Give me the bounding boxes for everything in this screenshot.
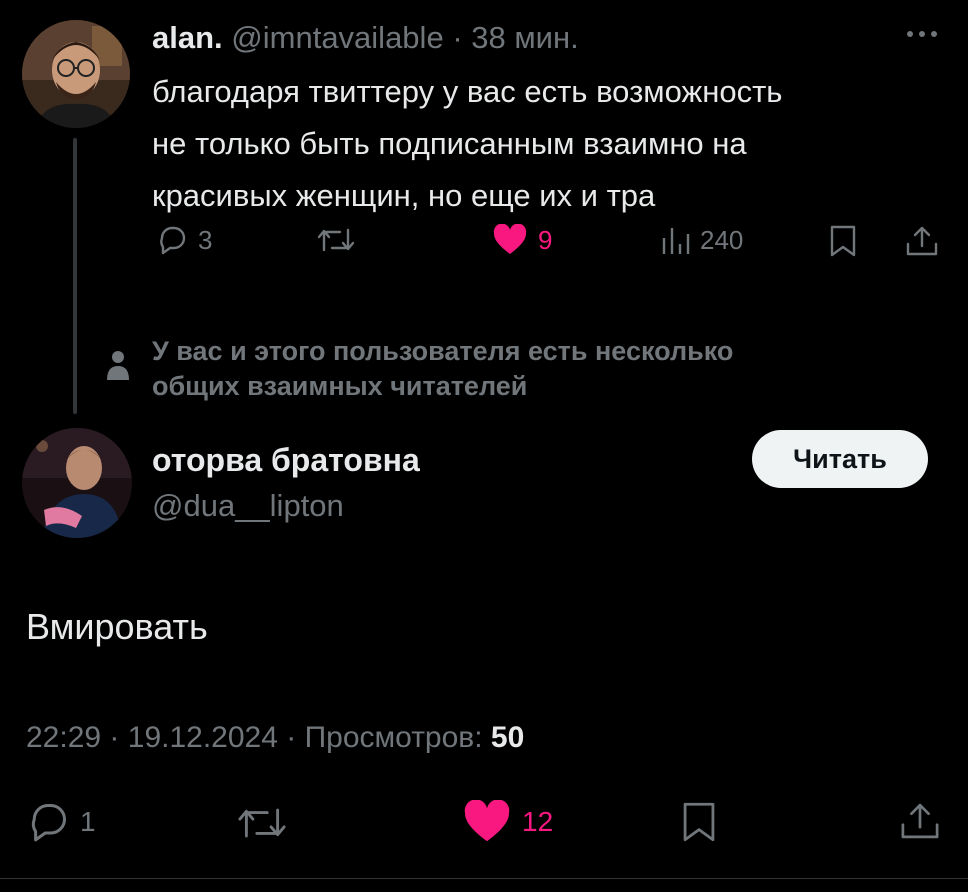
parent-like-button[interactable]: 9 [492,224,552,256]
parent-tweet-line: благодаря твиттеру у вас есть возможност… [152,74,783,109]
reply-author-avatar[interactable] [22,428,132,538]
meta-separator: · [109,721,120,754]
reply-tweet-date[interactable]: 19.12.2024 [128,721,278,754]
reply-bookmark-button[interactable] [680,800,718,844]
parent-author-handle[interactable]: @imntavailable [231,20,443,55]
parent-tweet-line: красивых женщин, но еще их и тра [152,178,656,213]
meta-separator: · [286,721,297,754]
mutual-notice-line: У вас и этого пользователя есть нескольк… [152,336,734,366]
retweet-icon [317,228,355,252]
reply-like-button[interactable]: 12 [462,800,553,844]
person-icon [106,348,130,382]
heart-icon [464,800,510,842]
mutual-followers-notice: У вас и этого пользователя есть нескольк… [152,334,852,404]
thread-connector-line [73,138,77,414]
reply-tweet-time[interactable]: 22:29 [26,721,101,754]
reply-author-handle[interactable]: @dua__lipton [152,486,344,526]
parent-like-count: 9 [538,224,553,255]
parent-tweet-line: не только быть подписанным взаимно на [152,126,747,161]
parent-tweet-time[interactable]: 38 мин. [471,20,578,55]
parent-reply-button[interactable]: 3 [156,224,212,256]
parent-retweet-button[interactable] [316,224,356,256]
views-count: 50 [490,721,525,754]
follow-button[interactable]: Читать [752,430,928,488]
reply-author-name[interactable]: оторва братовна [152,440,420,480]
mutual-notice-line: общих взаимных читателей [152,371,528,401]
share-icon [906,226,938,256]
parent-tweet-text: благодаря твиттеру у вас есть возможност… [152,66,942,222]
reply-share-button[interactable] [898,800,942,842]
share-icon [901,803,939,839]
bookmark-icon [683,802,715,842]
parent-share-button[interactable] [904,224,940,258]
reply-reply-count: 1 [80,806,96,837]
views-icon [662,228,690,254]
retweet-icon [238,808,286,838]
reply-like-count: 12 [522,806,554,837]
parent-tweet-header: alan. @imntavailable · 38 мин. [152,18,579,58]
reply-icon [31,803,67,842]
parent-bookmark-button[interactable] [828,224,858,258]
parent-views-button[interactable]: 240 [660,224,743,256]
more-icon[interactable] [902,24,942,44]
bookmark-icon [830,225,856,257]
reply-tweet-text: Вмировать [26,606,208,647]
header-separator: · [452,20,463,55]
reply-icon [160,226,186,255]
views-label: Просмотров: [304,721,483,754]
parent-views-count: 240 [700,224,744,255]
parent-reply-count: 3 [198,224,213,255]
reply-retweet-button[interactable] [236,802,288,844]
reply-reply-button[interactable]: 1 [26,800,96,844]
bottom-divider [0,878,968,879]
parent-author-avatar[interactable] [22,20,130,128]
parent-author-name[interactable]: alan. [152,20,223,55]
reply-tweet-meta: 22:29 · 19.12.2024 · Просмотров: 50 [26,718,524,758]
heart-icon [493,224,527,254]
